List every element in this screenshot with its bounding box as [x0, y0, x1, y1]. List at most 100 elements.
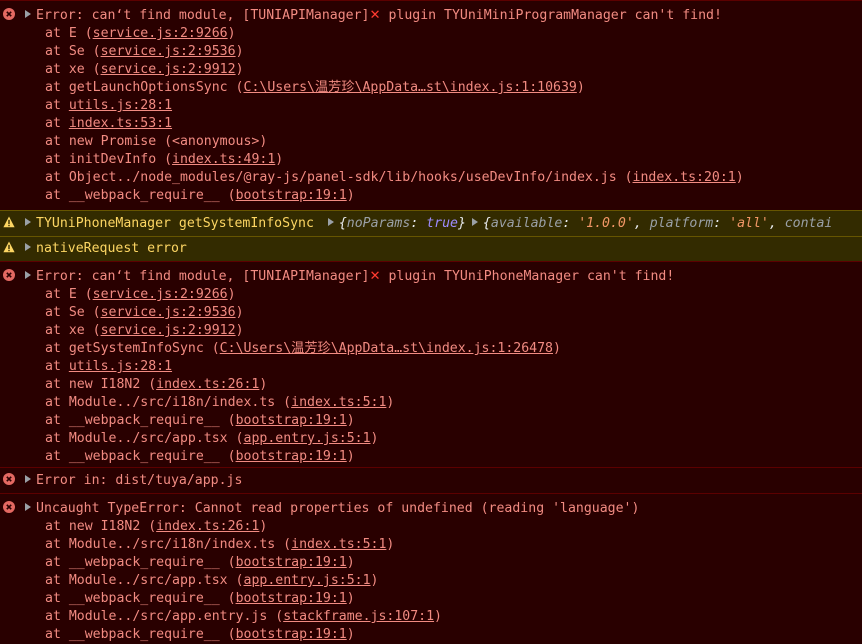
source-link[interactable]: C:\Users\温芳珍\AppData…st\index.js:1:10639	[244, 80, 577, 95]
stack-frame: at getLaunchOptionsSync (C:\Users\温芳珍\Ap…	[25, 79, 862, 97]
frame-text: at Module../src/i18n/index.ts (	[45, 537, 292, 552]
object-key: noParams	[346, 216, 411, 231]
source-link[interactable]: service.js:2:9266	[93, 287, 228, 302]
frame-text: at E (	[45, 26, 93, 41]
expand-triangle-icon[interactable]	[25, 271, 31, 279]
frame-suffix: )	[386, 537, 395, 552]
frame-text: at __webpack_require__ (	[45, 188, 236, 203]
source-link[interactable]: service.js:2:9912	[101, 62, 236, 77]
frame-text: at Se (	[45, 44, 101, 59]
frame-suffix: )	[346, 413, 355, 428]
frame-text: at xe (	[45, 323, 101, 338]
expand-triangle-icon[interactable]	[25, 10, 31, 18]
source-link[interactable]: index.ts:53:1	[69, 116, 172, 131]
stack-frame: at __webpack_require__ (bootstrap:19:1)	[25, 412, 862, 430]
frame-text: at __webpack_require__ (	[45, 591, 236, 606]
object-preview[interactable]: {noParams: true}	[322, 216, 466, 231]
error-summary-toggle[interactable]: Uncaught TypeError: Cannot read properti…	[25, 500, 862, 518]
stack-frame: at __webpack_require__ (bootstrap:19:1)	[25, 448, 862, 466]
source-link[interactable]: bootstrap:19:1	[236, 555, 347, 570]
expand-triangle-icon[interactable]	[25, 475, 31, 483]
warning-text: TYUniPhoneManager getSystemInfoSync	[36, 216, 322, 231]
warning-icon	[3, 216, 15, 228]
error-summary-toggle[interactable]: Error: can‘t find module, [TUNIAPIManage…	[25, 7, 862, 25]
frame-suffix: )	[275, 152, 284, 167]
source-link[interactable]: bootstrap:19:1	[236, 413, 347, 428]
source-link[interactable]: service.js:2:9912	[101, 323, 236, 338]
frame-text: at Module../src/app.tsx (	[45, 573, 244, 588]
source-link[interactable]: index.ts:26:1	[156, 377, 259, 392]
stack-frame: at index.ts:53:1	[25, 115, 862, 133]
frame-text: at xe (	[45, 62, 101, 77]
expand-triangle-icon[interactable]	[471, 218, 478, 226]
stack-frame: at Module../src/app.entry.js (stackframe…	[25, 608, 862, 626]
stack-frame: at __webpack_require__ (bootstrap:19:1)	[25, 187, 862, 205]
console-error-message: Error: can‘t find module, [TUNIAPIManage…	[0, 0, 862, 210]
stack-frame: at utils.js:28:1	[25, 358, 862, 376]
frame-text: at Se (	[45, 305, 101, 320]
error-summary-toggle[interactable]: Error in: dist/tuya/app.js	[25, 472, 862, 490]
object-value: 'all'	[729, 216, 769, 231]
source-link[interactable]: utils.js:28:1	[69, 98, 172, 113]
source-link[interactable]: index.ts:5:1	[291, 395, 386, 410]
source-link[interactable]: app.entry.js:5:1	[244, 431, 371, 446]
console-warning-message: TYUniPhoneManager getSystemInfoSync {noP…	[0, 210, 862, 236]
console-error-message: Uncaught TypeError: Cannot read properti…	[0, 493, 862, 644]
frame-text: at Module../src/app.entry.js (	[45, 609, 284, 624]
frame-text: at getLaunchOptionsSync (	[45, 80, 244, 95]
error-text-suffix: plugin TYUniPhoneManager can't find!	[380, 269, 675, 284]
stack-frame: at __webpack_require__ (bootstrap:19:1)	[25, 590, 862, 608]
frame-suffix: )	[370, 431, 379, 446]
source-link[interactable]: utils.js:28:1	[69, 359, 172, 374]
source-link[interactable]: bootstrap:19:1	[236, 627, 347, 642]
console-error-message: Error in: dist/tuya/app.js	[0, 467, 862, 493]
expand-triangle-icon[interactable]	[25, 243, 31, 251]
error-icon	[3, 269, 15, 281]
stack-frame: at Module../src/app.tsx (app.entry.js:5:…	[25, 430, 862, 448]
frame-suffix: )	[235, 44, 244, 59]
frame-text: at new I18N2 (	[45, 519, 157, 534]
frame-suffix: )	[576, 80, 585, 95]
source-link[interactable]: bootstrap:19:1	[236, 449, 347, 464]
source-link[interactable]: bootstrap:19:1	[236, 188, 347, 203]
object-preview[interactable]: {available: '1.0.0', platform: 'all', co…	[466, 216, 832, 231]
frame-suffix: )	[235, 323, 244, 338]
source-link[interactable]: index.ts:26:1	[156, 519, 259, 534]
source-link[interactable]: service.js:2:9266	[93, 26, 228, 41]
frame-suffix: )	[227, 26, 236, 41]
source-link[interactable]: index.ts:20:1	[633, 170, 736, 185]
frame-text: at Module../src/app.tsx (	[45, 431, 244, 446]
console-error-message: Error: can‘t find module, [TUNIAPIManage…	[0, 261, 862, 467]
object-key: platform	[649, 216, 714, 231]
warning-summary-toggle[interactable]: TYUniPhoneManager getSystemInfoSync {noP…	[25, 215, 862, 233]
stack-frame: at __webpack_require__ (bootstrap:19:1)	[25, 626, 862, 644]
source-link[interactable]: app.entry.js:5:1	[244, 573, 371, 588]
frame-suffix: )	[346, 555, 355, 570]
stack-frame: at new Promise (<anonymous>)	[25, 133, 862, 151]
cross-mark-icon: ✕	[369, 8, 381, 23]
stack-frame: at xe (service.js:2:9912)	[25, 322, 862, 340]
frame-suffix: )	[346, 449, 355, 464]
error-icon	[3, 501, 15, 513]
stack-frame: at initDevInfo (index.ts:49:1)	[25, 151, 862, 169]
source-link[interactable]: stackframe.js:107:1	[283, 609, 434, 624]
source-link[interactable]: service.js:2:9536	[101, 305, 236, 320]
frame-suffix: )	[235, 62, 244, 77]
source-link[interactable]: index.ts:49:1	[172, 152, 275, 167]
expand-triangle-icon[interactable]	[25, 503, 31, 511]
frame-suffix: )	[386, 395, 395, 410]
expand-triangle-icon[interactable]	[25, 218, 31, 226]
expand-triangle-icon[interactable]	[327, 218, 334, 226]
error-summary-toggle[interactable]: Error: can‘t find module, [TUNIAPIManage…	[25, 268, 862, 286]
object-key: contai	[784, 216, 833, 231]
source-link[interactable]: C:\Users\温芳珍\AppData…st\index.js:1:26478	[220, 341, 553, 356]
stack-frame: at utils.js:28:1	[25, 97, 862, 115]
warning-summary-toggle[interactable]: nativeRequest error	[25, 240, 862, 258]
source-link[interactable]: bootstrap:19:1	[236, 591, 347, 606]
error-text: Error in: dist/tuya/app.js	[36, 473, 243, 488]
frame-text: at getSystemInfoSync (	[45, 341, 220, 356]
source-link[interactable]: index.ts:5:1	[291, 537, 386, 552]
source-link[interactable]: service.js:2:9536	[101, 44, 236, 59]
frame-suffix: )	[259, 519, 268, 534]
stack-frame: at new I18N2 (index.ts:26:1)	[25, 518, 862, 536]
